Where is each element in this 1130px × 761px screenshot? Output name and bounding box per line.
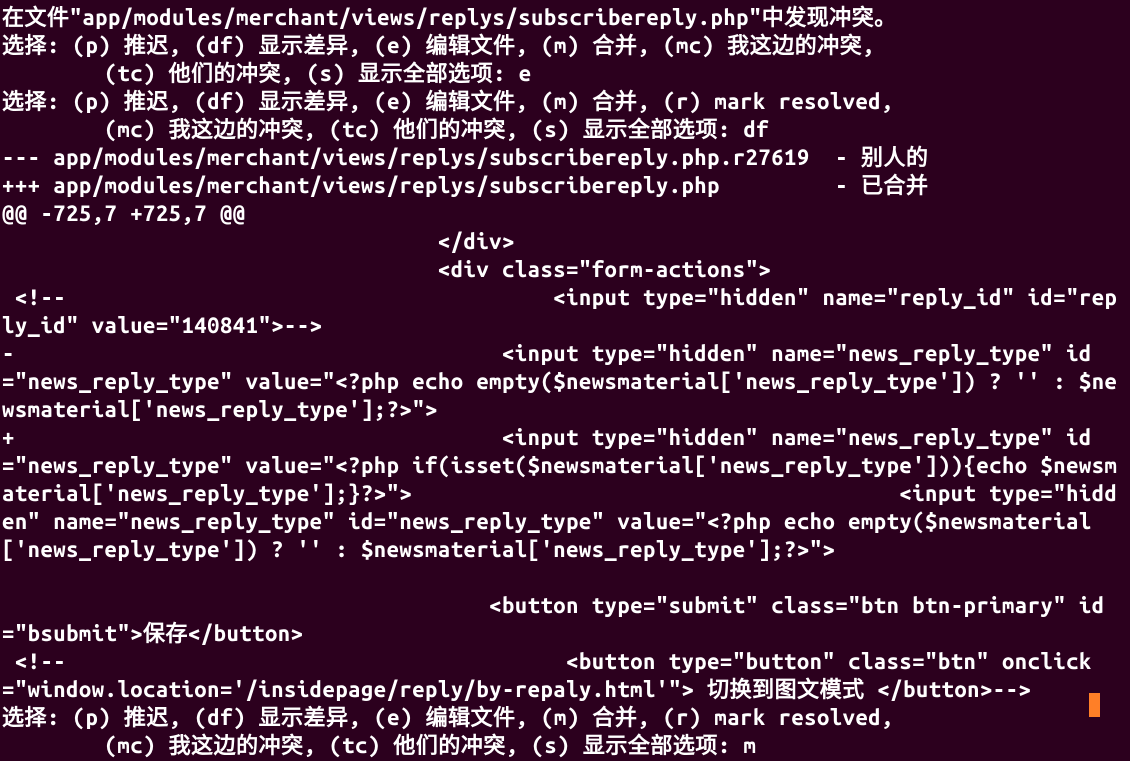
diff-context-line: <!-- <button type="button" class="btn" o… <box>2 649 1092 702</box>
terminal-output[interactable]: 在文件"app/modules/merchant/views/replys/su… <box>0 0 1130 761</box>
terminal-cursor <box>1089 693 1100 717</box>
diff-header-minus: --- app/modules/merchant/views/replys/su… <box>2 145 928 170</box>
prompt-line: 选择: (p) 推迟, (df) 显示差异, (e) 编辑文件, (m) 合并,… <box>2 33 875 58</box>
diff-hunk-header: @@ -725,7 +725,7 @@ <box>2 201 246 226</box>
diff-removed-line: - <input type="hidden" name="news_reply_… <box>2 341 1117 422</box>
diff-added-line: + <input type="hidden" name="news_reply_… <box>2 425 1117 562</box>
prompt-line: (tc) 他们的冲突, (s) 显示全部选项: e <box>2 61 532 86</box>
diff-context-line: <button type="submit" class="btn btn-pri… <box>2 593 1117 646</box>
conflict-header-line: 在文件"app/modules/merchant/views/replys/su… <box>2 5 897 30</box>
prompt-line: 选择: (p) 推迟, (df) 显示差异, (e) 编辑文件, (m) 合并,… <box>2 705 894 730</box>
prompt-line: (mc) 我这边的冲突, (tc) 他们的冲突, (s) 显示全部选项: m <box>2 733 756 758</box>
diff-header-plus: +++ app/modules/merchant/views/replys/su… <box>2 173 928 198</box>
diff-context-line: <div class="form-actions"> <box>2 257 771 282</box>
prompt-line: 选择: (p) 推迟, (df) 显示差异, (e) 编辑文件, (m) 合并,… <box>2 89 894 114</box>
prompt-line: (mc) 我这边的冲突, (tc) 他们的冲突, (s) 显示全部选项: df <box>2 117 769 142</box>
diff-context-line: <!-- <input type="hidden" name="reply_id… <box>2 285 1117 338</box>
diff-context-line: </div> <box>2 229 515 254</box>
